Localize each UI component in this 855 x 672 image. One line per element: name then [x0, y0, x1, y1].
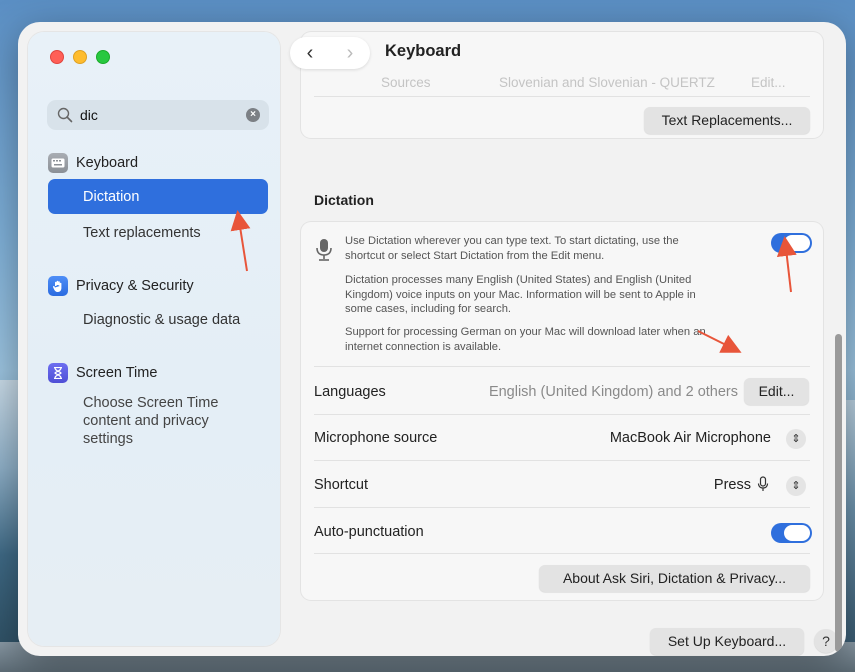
- dictation-download-note: Support for processing German on your Ma…: [345, 325, 745, 354]
- microphone-source-value[interactable]: MacBook Air Microphone: [610, 430, 771, 446]
- description-line: Dictation processes many English (United…: [345, 274, 692, 286]
- faded-sources-label: Sources: [381, 75, 431, 90]
- dictation-description: Use Dictation wherever you can type text…: [345, 234, 745, 263]
- description-line: internet connection is available.: [345, 340, 502, 353]
- search-icon: [57, 107, 73, 123]
- hand-icon: [48, 276, 68, 296]
- divider: [314, 366, 810, 367]
- toggle-knob: [784, 525, 810, 541]
- sidebar-item-label: Text replacements: [83, 224, 201, 241]
- languages-edit-button[interactable]: Edit...: [744, 378, 809, 405]
- settings-window: × Keyboard Dictation Text replacements P: [18, 22, 846, 656]
- sidebar-item-diagnostic[interactable]: Diagnostic & usage data: [48, 302, 268, 337]
- toggle-knob: [784, 235, 810, 251]
- divider: [314, 96, 810, 97]
- hourglass-icon: [48, 363, 68, 383]
- languages-label: Languages: [314, 384, 386, 400]
- description-line: shortcut or select Start Dictation from …: [345, 249, 605, 262]
- zoom-button[interactable]: [96, 50, 110, 64]
- languages-value: English (United Kingdom) and 2 others: [488, 384, 738, 400]
- sidebar-item-label-line: content and privacy: [83, 413, 209, 429]
- divider: [314, 553, 810, 554]
- microphone-icon: [316, 239, 332, 261]
- dictation-privacy-note: Dictation processes many English (United…: [345, 273, 745, 317]
- microphone-source-popup-icon[interactable]: ⇕: [786, 429, 806, 449]
- set-up-keyboard-button[interactable]: Set Up Keyboard...: [650, 628, 804, 655]
- dictation-toggle[interactable]: [771, 233, 812, 253]
- forward-button[interactable]: ›: [330, 38, 370, 68]
- shortcut-label: Shortcut: [314, 477, 368, 493]
- divider: [314, 460, 810, 461]
- text-replacements-button[interactable]: Text Replacements...: [644, 107, 810, 134]
- back-button[interactable]: ‹: [290, 38, 330, 68]
- description-line: Kingdom) voice inputs on your Mac. Infor…: [345, 288, 696, 301]
- sidebar-section-label: Keyboard: [76, 155, 139, 171]
- window-title: Keyboard: [385, 42, 462, 60]
- sidebar-item-label-line: settings: [83, 431, 133, 447]
- microphone-source-label: Microphone source: [314, 430, 438, 446]
- navigation-buttons: ‹ ›: [290, 37, 370, 69]
- sidebar-item-text-replacements[interactable]: Text replacements: [48, 215, 268, 250]
- sidebar-section-label: Screen Time: [76, 365, 158, 381]
- sidebar: × Keyboard Dictation Text replacements P: [28, 32, 280, 646]
- sidebar-item-label-line: Choose Screen Time: [83, 395, 219, 411]
- minimize-button[interactable]: [73, 50, 87, 64]
- search-input[interactable]: [80, 104, 240, 126]
- sidebar-section-label: Privacy & Security: [76, 278, 194, 294]
- keyboard-icon: [48, 153, 68, 173]
- faded-edit-button: Edit...: [751, 75, 786, 90]
- divider: [314, 414, 810, 415]
- clear-icon[interactable]: ×: [246, 108, 260, 122]
- auto-punctuation-label: Auto-punctuation: [314, 524, 424, 540]
- sidebar-section-screen-time[interactable]: Screen Time: [48, 362, 157, 384]
- about-siri-dictation-privacy-button[interactable]: About Ask Siri, Dictation & Privacy...: [539, 565, 810, 592]
- description-line: some cases, including for search.: [345, 303, 512, 315]
- main-content: Sources Slovenian and Slovenian - QUERTZ…: [301, 32, 838, 656]
- shortcut-popup-icon[interactable]: ⇕: [786, 476, 806, 496]
- description-line: Support for processing German on your Ma…: [345, 326, 706, 338]
- sidebar-section-privacy[interactable]: Privacy & Security: [48, 275, 194, 297]
- input-sources-card: Sources Slovenian and Slovenian - QUERTZ…: [301, 32, 823, 138]
- description-line: Use Dictation wherever you can type text…: [345, 235, 679, 247]
- sidebar-item-dictation[interactable]: Dictation: [48, 179, 268, 214]
- dictation-section-title: Dictation: [314, 192, 374, 208]
- faded-input-source: Slovenian and Slovenian - QUERTZ: [499, 75, 715, 90]
- scrollbar[interactable]: [835, 334, 842, 652]
- close-button[interactable]: [50, 50, 64, 64]
- shortcut-microphone-icon: [757, 476, 769, 491]
- sidebar-item-label: Diagnostic & usage data: [83, 311, 241, 328]
- divider: [314, 507, 810, 508]
- sidebar-section-keyboard[interactable]: Keyboard: [48, 152, 138, 174]
- auto-punctuation-toggle[interactable]: [771, 523, 812, 543]
- window-controls: [50, 50, 110, 64]
- dictation-card: Use Dictation wherever you can type text…: [301, 222, 823, 600]
- sidebar-item-screen-time-content[interactable]: Choose Screen Time content and privacy s…: [83, 394, 218, 448]
- search-field[interactable]: ×: [47, 100, 269, 130]
- shortcut-value[interactable]: Press: [714, 477, 751, 493]
- sidebar-item-label: Dictation: [83, 188, 140, 205]
